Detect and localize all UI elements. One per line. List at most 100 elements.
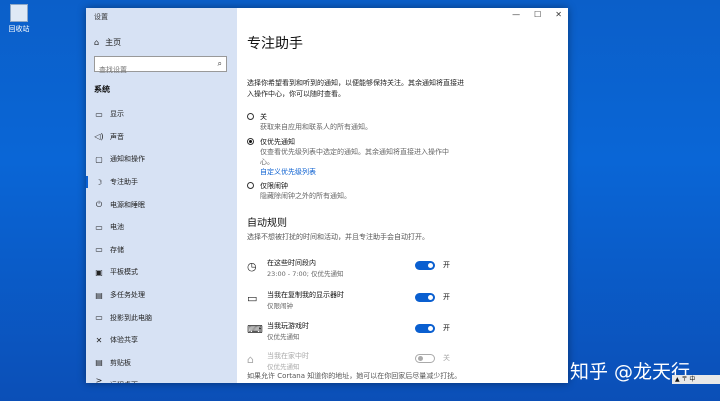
close-button[interactable]: ✕ (555, 10, 562, 19)
settings-window: 设置 ⌂ 主页 ⌕ 系统 ▭ 显示 ◁) 声音 ▢ 通知和操作 ☽ 专注助手 ⏻ 电源和睡眠 ▭ 电池… (86, 8, 568, 383)
sidebar-item-label: 显示 (110, 110, 124, 119)
window-controls: — ☐ ✕ (512, 10, 562, 19)
sidebar-item-icon: ▭ (95, 222, 103, 232)
radio-off[interactable]: 关 获取来自应用和联系人的所有通知。 (247, 112, 460, 132)
sidebar-item-icon: ☽ (95, 177, 103, 187)
home-label: 主页 (105, 38, 122, 47)
sidebar-item[interactable]: >< 远程桌面 (86, 374, 237, 383)
rule-toggle-state: 开 (443, 293, 450, 301)
sidebar-item-label: 体验共享 (110, 336, 138, 345)
rule-toggle[interactable] (415, 261, 435, 270)
sidebar-item[interactable]: ✕ 体验共享 (86, 329, 237, 352)
rule-subtitle: 仅优先通知 (267, 333, 300, 341)
maximize-button[interactable]: ☐ (534, 10, 541, 19)
radio-alarms[interactable]: 仅限闹钟 隐藏除闹钟之外的所有通知。 (247, 181, 460, 201)
sidebar-item-label: 电源和睡眠 (110, 200, 145, 209)
sidebar-item[interactable]: ▤ 多任务处理 (86, 284, 237, 307)
home-icon: ⌂ (94, 38, 100, 47)
sidebar-item-icon: ▭ (95, 313, 103, 323)
rule-title[interactable]: 当我玩游戏时 (267, 321, 309, 331)
sidebar-item-label: 专注助手 (110, 178, 138, 187)
auto-rule: ▭ 当我在复制我的显示器时 仅限闹钟 开 (247, 290, 457, 314)
minimize-button[interactable]: — (512, 10, 520, 19)
auto-rules-description: 选择不想被打扰的时间和活动，并且专注助手会自动打开。 (247, 233, 429, 241)
page-description: 选择你希望看到和听到的通知，以便能够保持关注。其余通知将直接进入操作中心，你可以… (247, 79, 464, 98)
sidebar-item-icon: ▣ (95, 267, 103, 277)
radio-priority-dot[interactable] (247, 138, 254, 145)
sidebar-item-label: 投影到此电脑 (110, 313, 152, 322)
sidebar-item[interactable]: ▢ 通知和操作 (86, 148, 237, 171)
sidebar-home[interactable]: ⌂ 主页 (94, 37, 121, 48)
sidebar-item-label: 剪贴板 (110, 358, 131, 367)
sidebar-item-label: 通知和操作 (110, 155, 145, 164)
sidebar-item-icon: ▭ (95, 245, 103, 255)
rule-toggle-state: 开 (443, 324, 450, 332)
radio-off-dot[interactable] (247, 113, 254, 120)
rule-title[interactable]: 当我在家中时 (267, 351, 309, 361)
system-tray[interactable]: ▲ 〒 中 (672, 375, 720, 384)
radio-priority-sub: 仅查看优先级列表中选定的通知。其余通知将直接进入操作中心。 (260, 148, 449, 166)
main-pane: — ☐ ✕ 专注助手 选择你希望看到和听到的通知，以便能够保持关注。其余通知将直… (237, 8, 568, 383)
recycle-bin[interactable]: 回收站 (6, 4, 32, 34)
sidebar-item[interactable]: ▣ 平板模式 (86, 261, 237, 284)
radio-off-sub: 获取来自应用和联系人的所有通知。 (260, 123, 372, 131)
sidebar-item-icon: ▭ (95, 109, 103, 119)
sidebar-item[interactable]: ◁) 声音 (86, 126, 237, 149)
sidebar-item-icon: ▤ (95, 290, 103, 300)
search-input[interactable] (95, 63, 213, 77)
auto-rule: ⌨ 当我玩游戏时 仅优先通知 开 (247, 321, 457, 345)
rule-icon: ⌨ (247, 323, 263, 336)
recycle-bin-icon (10, 4, 28, 22)
sidebar-item[interactable]: ▤ 剪贴板 (86, 352, 237, 375)
sidebar-item-icon: ⏻ (95, 199, 103, 209)
auto-rule: ◷ 在这些时间段内 23:00 - 7:00; 仅优先通知 开 (247, 258, 457, 282)
radio-alarms-dot[interactable] (247, 182, 254, 189)
sidebar-item-label: 远程桌面 (110, 380, 138, 383)
sidebar-item-icon: >< (95, 376, 103, 383)
rule-toggle[interactable] (415, 293, 435, 302)
sidebar-item-label: 声音 (110, 132, 124, 141)
rule-icon: ⌂ (247, 353, 254, 366)
rule-toggle[interactable] (415, 354, 435, 363)
rule-subtitle: 仅限闹钟 (267, 302, 293, 310)
sidebar-item[interactable]: ▭ 存储 (86, 239, 237, 262)
page-title: 专注助手 (247, 36, 303, 52)
customize-priority-link[interactable]: 自定义优先级列表 (260, 167, 460, 177)
rule-icon: ▭ (247, 292, 258, 305)
sidebar: 设置 ⌂ 主页 ⌕ 系统 ▭ 显示 ◁) 声音 ▢ 通知和操作 ☽ 专注助手 ⏻ 电源和睡眠 ▭ 电池… (86, 8, 237, 383)
sidebar-item[interactable]: ▭ 投影到此电脑 (86, 306, 237, 329)
search-box[interactable]: ⌕ (94, 56, 227, 77)
sidebar-item-label: 平板模式 (110, 268, 138, 277)
sidebar-item-icon: ✕ (95, 335, 103, 345)
rule-subtitle: 23:00 - 7:00; 仅优先通知 (267, 270, 344, 278)
window-title: 设置 (94, 13, 108, 21)
sidebar-item-label: 电池 (110, 223, 124, 232)
sidebar-item[interactable]: ▭ 显示 (86, 103, 237, 126)
rule-title[interactable]: 在这些时间段内 (267, 258, 316, 268)
rule-toggle-state: 关 (443, 354, 450, 362)
sidebar-item-icon: ▢ (95, 154, 103, 164)
radio-priority-title: 仅优先通知 (260, 138, 295, 146)
sidebar-category: 系统 (94, 85, 110, 94)
radio-priority[interactable]: 仅优先通知 仅查看优先级列表中选定的通知。其余通知将直接进入操作中心。 自定义优… (247, 137, 460, 177)
auto-rules-title: 自动规则 (247, 218, 287, 229)
radio-off-title: 关 (260, 113, 267, 121)
rule-toggle-state: 开 (443, 261, 450, 269)
sidebar-item-label: 多任务处理 (110, 291, 145, 300)
sidebar-item[interactable]: ▭ 电池 (86, 216, 237, 239)
sidebar-item-icon: ▤ (95, 358, 103, 368)
sidebar-item-icon: ◁) (94, 132, 104, 142)
search-icon[interactable]: ⌕ (218, 59, 222, 69)
sidebar-item-label: 存储 (110, 245, 124, 254)
sidebar-nav: ▭ 显示 ◁) 声音 ▢ 通知和操作 ☽ 专注助手 ⏻ 电源和睡眠 ▭ 电池 ▭ 存储 ▣ 平板模式 ▤ 多任务处… (86, 103, 237, 383)
sidebar-item[interactable]: ⏻ 电源和睡眠 (86, 193, 237, 216)
sidebar-item[interactable]: ☽ 专注助手 (86, 171, 237, 194)
rule-title[interactable]: 当我在复制我的显示器时 (267, 290, 344, 300)
rule-subtitle: 仅优先通知 (267, 363, 300, 371)
radio-alarms-sub: 隐藏除闹钟之外的所有通知。 (260, 192, 351, 200)
rule-icon: ◷ (247, 260, 257, 273)
cortana-footer: 如果允许 Cortana 知道你的地址，她可以在你回家后尽量减少打扰。 (247, 372, 462, 380)
radio-alarms-title: 仅限闹钟 (260, 182, 288, 190)
rule-toggle[interactable] (415, 324, 435, 333)
recycle-bin-label: 回收站 (8, 25, 30, 33)
